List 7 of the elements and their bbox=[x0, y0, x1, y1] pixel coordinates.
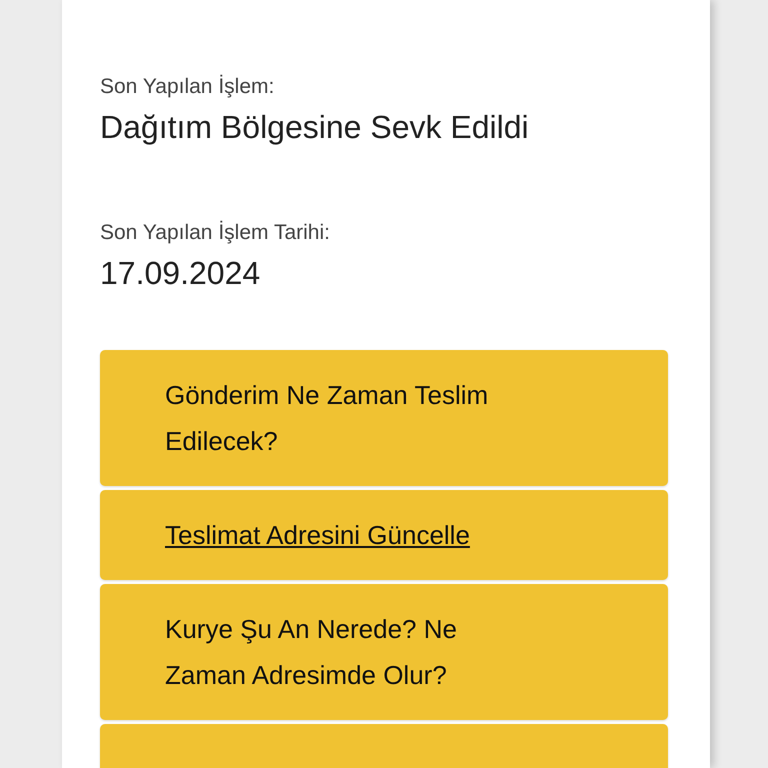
field-label: Son Yapılan İşlem: bbox=[100, 74, 276, 100]
field-label: Son Yapılan İşlem Tarihi: bbox=[100, 220, 331, 246]
field-value: Dağıtım Bölgesine Sevk Edildi bbox=[100, 108, 530, 147]
option-button[interactable]: Kurye Şu An Nerede? Ne Zaman Adresimde Olur? bbox=[100, 584, 668, 720]
field-value: 17.09.2024 bbox=[100, 254, 262, 293]
option-button[interactable]: Gönderim Ne Zaman Teslim Edilecek? bbox=[100, 350, 668, 486]
option-button[interactable]: Teslimat Adresini Güncelle bbox=[100, 490, 668, 580]
